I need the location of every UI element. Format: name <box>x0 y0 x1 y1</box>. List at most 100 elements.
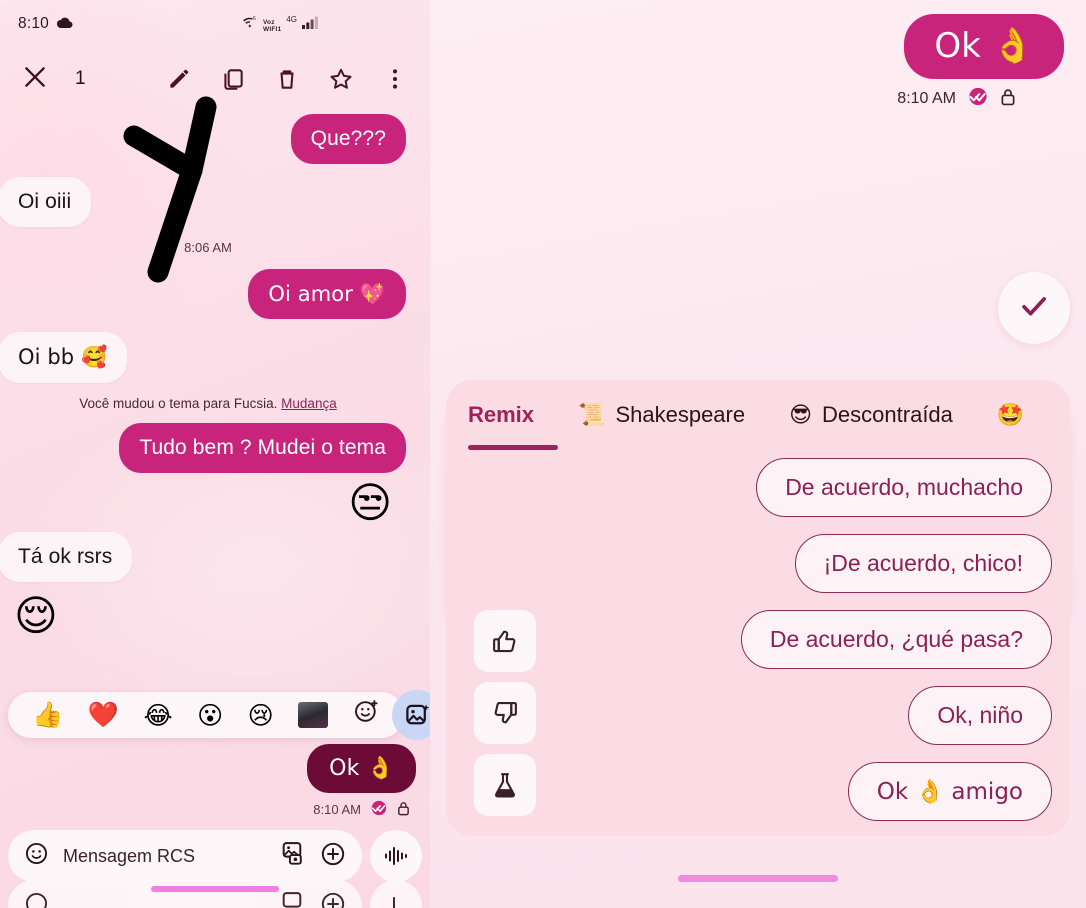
right-thread-top: Ok 👌 8:10 AM <box>430 0 1086 372</box>
message-bubble-outgoing[interactable]: Tudo bem ? Mudei o tema <box>119 422 406 473</box>
message-row: Oi oiii <box>0 177 416 228</box>
message-bubble-outgoing[interactable]: Que??? <box>290 114 406 165</box>
suggestion-chip[interactable]: ¡De acuerdo, chico! <box>794 534 1052 593</box>
add-emoji-icon[interactable] <box>353 698 380 732</box>
emoji-icon[interactable] <box>24 891 49 908</box>
sticker-image-icon[interactable] <box>392 690 430 740</box>
thread-timestamp: 8:06 AM <box>184 240 232 256</box>
message-bubble-incoming[interactable]: Tá ok rsrs <box>0 531 133 582</box>
suggestion-chip[interactable]: Ok, niño <box>908 686 1052 745</box>
suggestion-chip-list: De acuerdo, muchacho ¡De acuerdo, chico!… <box>740 458 1052 821</box>
screenshot-root: 8:10 6 Voz WIFI1 4G 1 Que??? Oi oiii 8:0… <box>0 0 1086 908</box>
active-tab-underline <box>468 445 558 450</box>
tab-descontraida[interactable]: 😎 Descontraída <box>789 402 953 428</box>
tab-remix-label: Remix <box>468 402 535 427</box>
message-meta: 8:10 AM <box>452 87 1016 111</box>
double-check-icon <box>369 800 389 819</box>
star-icon[interactable] <box>328 66 354 92</box>
selection-toolbar: 1 <box>0 48 430 110</box>
suggestion-chip[interactable]: Ok 👌 amigo <box>847 762 1052 821</box>
thumb-down-icon[interactable] <box>474 682 536 744</box>
smart-reply-panel: Remix 📜 Shakespeare 😎 Descontraída 🤩 De … <box>446 380 1070 836</box>
voice-waveform-icon[interactable] <box>370 880 422 908</box>
message-meta: 8:10 AM <box>307 800 416 819</box>
tab-descontraida-label: Descontraída <box>822 402 953 427</box>
composer-field-partial[interactable] <box>8 880 362 908</box>
check-icon <box>1017 289 1051 328</box>
composer-field[interactable]: Mensagem RCS <box>8 830 362 882</box>
thumb-up-icon[interactable] <box>474 610 536 672</box>
home-indicator <box>678 875 838 882</box>
confirm-edit-button[interactable] <box>998 272 1070 344</box>
message-composer: Mensagem RCS <box>8 830 422 882</box>
reaction-heart[interactable]: ❤️ <box>88 700 119 730</box>
message-bubble-incoming[interactable]: Oi bb 🥰 <box>0 332 128 383</box>
message-reaction[interactable]: 😒 <box>0 481 416 524</box>
close-selection-button[interactable] <box>22 64 48 95</box>
message-row: Que??? <box>0 114 416 165</box>
tab-shakespeare-label: Shakespeare <box>615 402 746 427</box>
suggestion-chip[interactable]: De acuerdo, muchacho <box>756 458 1052 517</box>
message-bubble-selected[interactable]: Ok 👌 <box>307 744 416 794</box>
reaction-peek-emoji: 😌 <box>14 590 58 640</box>
message-time: 8:10 AM <box>897 90 956 108</box>
left-phone-screen: 8:10 6 Voz WIFI1 4G 1 Que??? Oi oiii 8:0… <box>0 0 430 908</box>
reaction-sad[interactable]: 😢 <box>248 701 274 730</box>
message-bubble-outgoing[interactable]: Oi amor 💖 <box>248 269 406 320</box>
lab-flask-icon[interactable] <box>474 754 536 816</box>
reaction-surprised[interactable]: 😮 <box>197 701 223 730</box>
gallery-camera-icon[interactable] <box>279 841 306 871</box>
network-label: 4G <box>286 15 297 24</box>
lock-icon <box>397 801 410 819</box>
right-phone-screen: Ok 👌 8:10 AM Editar mensagem Ok 👌 <box>430 0 1086 908</box>
message-row: Oi bb 🥰 <box>0 332 416 383</box>
message-bubble-incoming[interactable]: Oi oiii <box>0 177 92 228</box>
voice-waveform-icon[interactable] <box>370 830 422 882</box>
suggestion-chip[interactable]: De acuerdo, ¿qué pasa? <box>740 610 1052 669</box>
reaction-picker-bar[interactable]: 👍 ❤️ 😂 😮 😢 <box>8 692 404 738</box>
sunglasses-icon: 😎 <box>789 402 813 428</box>
wifi-sub-label: WIFI1 <box>262 25 282 33</box>
signal-bars-icon <box>302 16 318 33</box>
plus-icon[interactable] <box>320 891 346 908</box>
status-bar: 8:10 6 Voz WIFI1 4G <box>0 0 430 48</box>
selected-message-container: Ok 👌 8:10 AM <box>307 744 416 833</box>
star-struck-icon: 🤩 <box>996 402 1025 428</box>
message-thread: Que??? Oi oiii 8:06 AM Oi amor 💖 Oi bb 🥰… <box>0 110 430 637</box>
edit-icon[interactable] <box>166 66 192 92</box>
tab-starstruck[interactable]: 🤩 <box>997 403 1024 428</box>
message-input[interactable]: Mensagem RCS <box>63 846 265 867</box>
message-row: Tudo bem ? Mudei o tema <box>0 422 416 473</box>
message-composer-partial <box>8 880 422 908</box>
plus-icon[interactable] <box>320 841 346 872</box>
selection-count: 1 <box>75 68 86 89</box>
cloud-icon <box>56 16 73 33</box>
message-time: 8:10 AM <box>313 802 361 818</box>
reaction-joy[interactable]: 😂 <box>143 701 172 730</box>
tab-remix[interactable]: Remix <box>468 402 534 428</box>
delete-icon[interactable] <box>274 66 300 92</box>
emoji-icon[interactable] <box>24 841 49 871</box>
copy-icon[interactable] <box>220 66 246 92</box>
tab-shakespeare[interactable]: 📜 Shakespeare <box>578 402 745 428</box>
more-options-icon[interactable] <box>382 66 408 92</box>
message-bubble-outgoing[interactable]: Ok 👌 <box>904 14 1064 80</box>
theme-change-link[interactable]: Mudança <box>281 396 337 411</box>
sticker-avatar[interactable] <box>298 702 329 728</box>
wifi-calling-icon: 6 <box>242 15 258 33</box>
theme-change-note: Você mudou o tema para Fucsia. Mudança <box>0 396 416 411</box>
status-bar-icons: 6 Voz WIFI1 4G <box>242 15 318 33</box>
voz-wifi-label: Voz WIFI1 <box>262 19 282 33</box>
theme-change-text: Você mudou o tema para Fucsia. <box>79 395 278 411</box>
message-row: Tá ok rsrs <box>0 531 416 582</box>
feedback-buttons <box>474 610 536 816</box>
scroll-icon: 📜 <box>578 402 606 428</box>
lock-icon <box>1000 88 1016 111</box>
toolbar-actions <box>166 66 408 92</box>
svg-text:6: 6 <box>253 16 256 22</box>
status-bar-time: 8:10 <box>18 15 49 32</box>
gallery-camera-icon[interactable] <box>279 891 306 908</box>
home-indicator <box>151 886 279 892</box>
suggestion-tabs: Remix 📜 Shakespeare 😎 Descontraída 🤩 <box>446 380 1070 450</box>
reaction-thumbs-up[interactable]: 👍 <box>32 700 63 730</box>
